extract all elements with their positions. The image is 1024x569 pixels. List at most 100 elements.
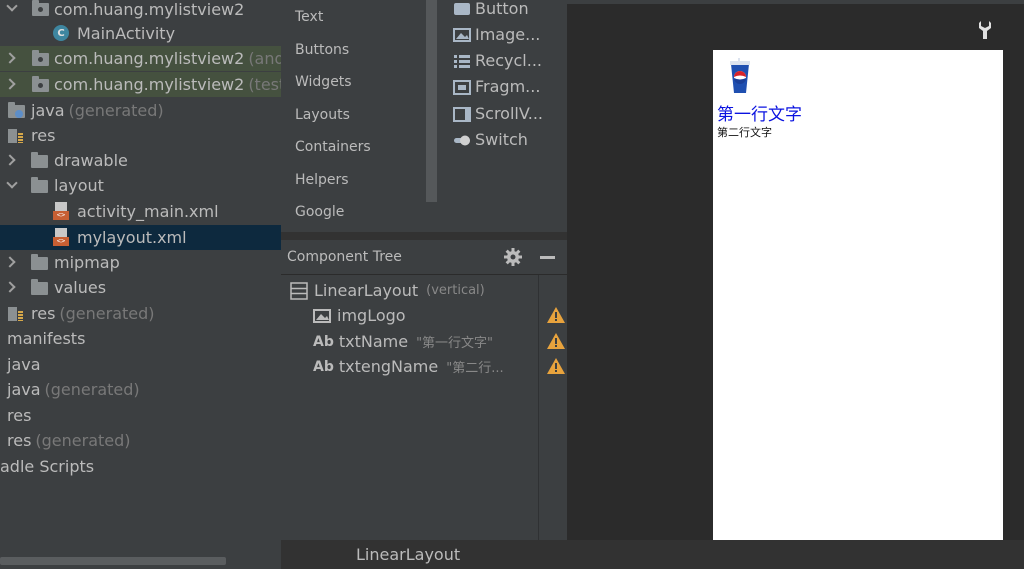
palette-category-containers[interactable]: Containers [295, 139, 371, 155]
wrench-icon[interactable] [977, 20, 993, 40]
palette-items: Button Image... Recycl... Fragm... Scrol… [437, 0, 567, 232]
tree-item-package-test[interactable]: com.huang.mylistview2(test) [0, 72, 281, 97]
tree-item-label: mipmap [54, 253, 120, 272]
tree-item-java[interactable]: java [0, 352, 281, 377]
chevron-right-icon[interactable] [4, 256, 16, 268]
tree-item-label: values [54, 278, 107, 297]
tree-item-text: com.huang.mylistview2 [54, 49, 245, 68]
palette-category-text[interactable]: Text [295, 9, 323, 25]
warning-icon[interactable] [547, 333, 565, 349]
folder-icon [31, 254, 48, 270]
palette-item-fragment[interactable]: Fragm... [453, 77, 540, 96]
chevron-down-icon[interactable] [6, 0, 18, 12]
palette-category-layouts[interactable]: Layouts [295, 107, 350, 123]
list-icon [453, 53, 471, 69]
chevron-right-icon[interactable] [4, 78, 16, 90]
minimize-icon[interactable] [540, 256, 555, 259]
tree-item-label: res (generated) [31, 304, 155, 323]
palette-scrollbar[interactable] [426, 0, 437, 202]
tree-item-res-2[interactable]: res [0, 403, 281, 428]
tree-item-res[interactable]: res [0, 123, 281, 148]
design-toolbar-edge [567, 0, 1024, 4]
txt-eng-name-text[interactable]: 第二行文字 [717, 124, 772, 140]
warning-icon[interactable] [547, 358, 565, 374]
tree-item-suffix: (test) [248, 75, 281, 94]
tree-item-drawable[interactable]: drawable [0, 148, 281, 173]
palette-item-button[interactable]: Button [453, 0, 529, 18]
chevron-down-icon[interactable] [6, 177, 18, 189]
tree-item-mipmap[interactable]: mipmap [0, 250, 281, 275]
tree-item-mainactivity[interactable]: C MainActivity [0, 21, 281, 46]
package-folder-icon [32, 50, 49, 66]
chevron-right-icon[interactable] [4, 281, 16, 293]
tree-item-java-generated-2[interactable]: java (generated) [0, 377, 281, 402]
design-surface: 第一行文字 第二行文字 [567, 0, 1024, 540]
tree-item-label: res [31, 126, 56, 145]
palette-category-widgets[interactable]: Widgets [295, 74, 352, 90]
tree-item-label: com.huang.mylistview2(andro [54, 49, 281, 68]
panel-splitter[interactable] [281, 232, 567, 240]
tree-item-label: java (generated) [7, 380, 140, 399]
tree-item-manifests[interactable]: manifests [0, 326, 281, 351]
component-txtname[interactable]: Ab txtName "第一行文字" [313, 332, 573, 351]
palette-item-scrollview[interactable]: ScrollV... [453, 104, 543, 123]
component-txtengname[interactable]: Ab txtengName "第二行... [313, 357, 573, 376]
palette-category-helpers[interactable]: Helpers [295, 172, 349, 188]
component-imglogo[interactable]: imgLogo [313, 306, 573, 325]
tree-item-suffix: (generated) [44, 380, 140, 399]
warning-icon[interactable] [547, 307, 565, 323]
scrollview-icon-bar [465, 107, 470, 121]
component-tree-header: Component Tree [281, 240, 567, 275]
tree-item-res-generated[interactable]: res (generated) [0, 301, 281, 326]
breadcrumb[interactable]: LinearLayout [356, 545, 460, 564]
tree-item-label: com.huang.mylistview2 [54, 0, 245, 19]
pepsi-logo-image[interactable] [726, 58, 754, 94]
resource-folder-icon [8, 307, 23, 321]
fragment-icon [453, 79, 471, 95]
component-label: LinearLayout [314, 281, 419, 300]
component-label: txtengName [338, 357, 439, 376]
project-panel: com.huang.mylistview2 C MainActivity com… [0, 0, 281, 569]
tree-item-label: java (generated) [31, 101, 164, 120]
tree-item-values[interactable]: values [0, 275, 281, 300]
tree-item-package[interactable]: com.huang.mylistview2 [0, 0, 281, 22]
component-tree-title: Component Tree [287, 249, 402, 265]
gear-icon[interactable] [503, 247, 523, 267]
palette-item-image[interactable]: Image... [453, 25, 540, 44]
component-tree: LinearLayout (vertical) imgLogo Ab txtNa… [281, 275, 567, 540]
tree-item-res-generated-2[interactable]: res (generated) [0, 428, 281, 453]
tree-item-label: drawable [54, 151, 128, 170]
tree-item-activity-main-xml[interactable]: <> activity_main.xml [0, 199, 281, 224]
generated-folder-icon [8, 102, 25, 118]
chevron-right-icon[interactable] [4, 154, 16, 166]
horizontal-scrollbar[interactable] [0, 557, 226, 565]
component-hint: "第二行... [446, 361, 504, 376]
txt-name-text[interactable]: 第一行文字 [717, 100, 802, 125]
linearlayout-icon [290, 281, 308, 300]
tree-item-label: manifests [7, 329, 86, 348]
tree-item-text: res [7, 431, 32, 450]
tree-item-package-android-test[interactable]: com.huang.mylistview2(andro [0, 46, 281, 71]
component-linearlayout[interactable]: LinearLayout (vertical) [290, 281, 485, 300]
chevron-right-icon[interactable] [4, 52, 16, 64]
component-hint: "第一行文字" [416, 336, 494, 351]
package-folder-icon [32, 0, 49, 16]
xml-tag-badge: <> [53, 211, 69, 220]
palette-item-switch[interactable]: Switch [453, 130, 528, 149]
button-icon-shape [454, 2, 470, 15]
tree-item-java-generated[interactable]: java (generated) [0, 98, 281, 123]
image-icon-mountain [456, 32, 469, 39]
tree-item-suffix: (andro [248, 49, 281, 68]
component-label: imgLogo [337, 306, 406, 325]
palette-category-google[interactable]: Google [295, 204, 344, 220]
palette-item-recyclerview[interactable]: Recycl... [453, 51, 542, 70]
tree-item-gradle-scripts[interactable]: adle Scripts [0, 454, 281, 479]
device-preview[interactable]: 第一行文字 第二行文字 [713, 50, 1003, 540]
tree-item-suffix: (generated) [59, 304, 155, 323]
tree-item-text: res [31, 304, 56, 323]
tree-item-layout[interactable]: layout [0, 173, 281, 198]
tree-item-mylayout-xml[interactable]: <> mylayout.xml [0, 225, 281, 250]
palette-category-buttons[interactable]: Buttons [295, 42, 349, 58]
tree-item-label: res [7, 406, 32, 425]
palette-item-label: Recycl... [475, 51, 543, 70]
